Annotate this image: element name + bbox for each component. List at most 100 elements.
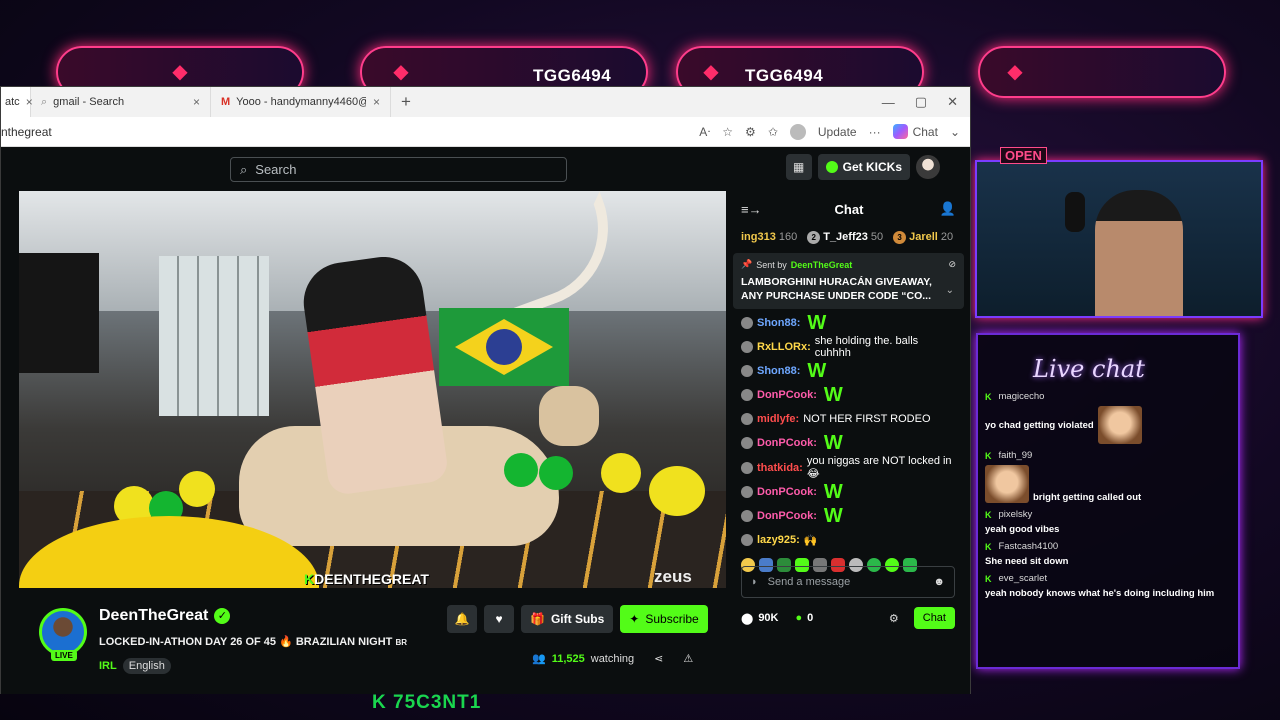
share-icon[interactable]: ⋖ xyxy=(654,652,663,665)
live-chat-text: yeah nobody knows what he's doing includ… xyxy=(985,588,1215,599)
stream-info: LIVE DeenTheGreat ✓ LOCKED-IN-ATHON DAY 2… xyxy=(1,588,726,694)
chat-users-icon[interactable]: 👤 xyxy=(940,201,956,217)
maximize-button[interactable]: ▢ xyxy=(915,94,927,110)
chat-settings-icon[interactable]: ⚙ xyxy=(889,612,899,625)
update-button[interactable]: Update xyxy=(818,125,857,139)
favorite-star-icon[interactable]: ☆ xyxy=(722,125,733,139)
tab-gmail-search[interactable]: ⌕ gmail - Search × xyxy=(31,87,211,117)
chat-username[interactable]: DonPCook: xyxy=(757,486,817,498)
viewers-icon: 👥 xyxy=(532,653,546,665)
chat-username[interactable]: midlyfe: xyxy=(757,413,799,425)
tab-title: Yooo - handymanny4460@gmail.c xyxy=(236,96,366,108)
subscribe-button[interactable]: ✦ Subscribe xyxy=(620,605,708,633)
w-emote: W xyxy=(807,360,827,382)
pinned-message[interactable]: 📌 Sent by DeenTheGreat ⊘ LAMBORGHINI HUR… xyxy=(733,253,964,309)
streamer-avatar[interactable] xyxy=(39,608,87,656)
user-badge-icon xyxy=(741,389,753,401)
heart-icon: ♥ xyxy=(495,612,503,626)
chat-text: you niggas are NOT locked in 😂 xyxy=(806,455,952,480)
video-player[interactable]: KDEENTHEGREAT zeus xyxy=(19,191,726,588)
leaderboard-item[interactable]: 2 T_Jeff23 50 xyxy=(807,230,883,244)
copilot-chat-label: Chat xyxy=(912,124,938,139)
stream-actions: 🔔 ♥ 🎁 Gift Subs ✦ Subscribe xyxy=(447,605,708,633)
send-chat-button[interactable]: Chat xyxy=(913,607,955,629)
chat-username[interactable]: DonPCook: xyxy=(757,389,817,401)
close-tab-icon[interactable]: × xyxy=(373,95,380,109)
live-chat-user: faith_99 xyxy=(998,450,1033,461)
top-right-actions: ▦ Get KICKs xyxy=(785,154,940,180)
browse-icon[interactable]: ▦ xyxy=(785,154,812,180)
report-icon[interactable]: ⚠ xyxy=(683,652,693,665)
live-chat-text: yo chad getting violated xyxy=(985,419,1094,431)
live-chat-user: eve_scarlet xyxy=(998,573,1048,584)
copilot-chat-button[interactable]: Chat xyxy=(892,124,938,139)
chat-username[interactable]: thatkida: xyxy=(757,462,803,474)
gem-icon: ◆ xyxy=(703,61,719,83)
chat-message: DonPCook: W xyxy=(741,431,957,455)
notification-bell-button[interactable]: 🔔 xyxy=(447,605,477,633)
search-input[interactable]: ⌕ Search xyxy=(230,157,567,182)
live-chat-user: magicecho xyxy=(998,391,1045,402)
w-emote: W xyxy=(823,505,843,527)
kick-page: ⌕ Search ▦ Get KICKs KDEENTHEGREAT zeus … xyxy=(1,147,970,694)
chat-username[interactable]: Shon88: xyxy=(757,317,800,329)
overlay-banner-text: TGG6494 xyxy=(533,66,612,85)
language-tag[interactable]: English xyxy=(122,658,171,674)
kick-icon: K xyxy=(985,541,992,552)
w-emote: W xyxy=(823,481,843,503)
streamer-name[interactable]: DeenTheGreat ✓ xyxy=(99,607,231,625)
read-aloud-icon[interactable]: Aᐧ xyxy=(699,125,710,139)
live-chat-title: Live chat xyxy=(1033,355,1145,383)
unpin-icon[interactable]: ⊘ xyxy=(948,259,956,270)
get-kicks-button[interactable]: Get KICKs xyxy=(817,154,910,180)
chat-text: NOT HER FIRST RODEO xyxy=(803,413,931,425)
tab-kick[interactable]: atc × xyxy=(1,87,33,117)
chat-username[interactable]: DonPCook: xyxy=(757,437,817,449)
profile-avatar[interactable] xyxy=(789,123,806,140)
chevron-down-icon[interactable]: ⌄ xyxy=(946,285,954,296)
follow-heart-button[interactable]: ♥ xyxy=(484,605,514,633)
close-tab-icon[interactable]: × xyxy=(193,95,200,109)
points-icon: ● xyxy=(795,612,803,624)
kick-icon: K xyxy=(985,391,992,402)
leaderboard-item[interactable]: 3 Jarell 20 xyxy=(893,230,953,244)
webcam-open-sign: OPEN xyxy=(1000,147,1047,164)
points-count[interactable]: 0 xyxy=(807,612,813,624)
user-avatar[interactable] xyxy=(916,155,940,179)
kicks-coin-icon xyxy=(825,161,838,173)
gift-leaderboard: ing313 160 2 T_Jeff23 50 3 Jarell 20 xyxy=(728,227,970,247)
favorites-icon[interactable]: ✩ xyxy=(768,125,778,139)
collapse-chat-icon[interactable]: ≡→ xyxy=(741,202,762,217)
leaderboard-item[interactable]: ing313 160 xyxy=(741,231,797,243)
live-chat-item: K Fastcash4100 She need sit down xyxy=(985,541,1235,567)
streamer-watermark: KDEENTHEGREAT xyxy=(304,571,429,587)
more-icon[interactable]: ··· xyxy=(869,125,881,139)
balloon-image xyxy=(649,466,705,516)
overlay-banner-4: ◆ xyxy=(978,46,1226,98)
send-message-input[interactable]: ◗ Send a message ☻ xyxy=(741,566,955,598)
kicks-count[interactable]: 90K xyxy=(758,612,778,624)
chat-username[interactable]: RxLLORx: xyxy=(757,341,811,353)
new-tab-button[interactable]: + xyxy=(391,87,421,117)
chat-header: ≡→ Chat 👤 xyxy=(728,191,970,227)
face-emote-icon xyxy=(985,465,1029,503)
tab-gmail-inbox[interactable]: M Yooo - handymanny4460@gmail.c × xyxy=(211,87,391,117)
kick-top-bar: ⌕ Search ▦ Get KICKs xyxy=(1,147,970,191)
user-badge-icon xyxy=(741,317,753,329)
chat-username[interactable]: Shon88: xyxy=(757,365,800,377)
chat-panel: ≡→ Chat 👤 ing313 160 2 T_Jeff23 50 3 Jarell 2… xyxy=(728,191,970,694)
extensions-icon[interactable]: ⚙ xyxy=(745,125,756,139)
user-badge-icon xyxy=(741,341,753,353)
gift-subs-button[interactable]: 🎁 Gift Subs xyxy=(521,605,614,633)
chat-username[interactable]: DonPCook: xyxy=(757,510,817,522)
chevron-down-icon[interactable]: ⌄ xyxy=(950,125,960,139)
category-link[interactable]: IRL xyxy=(99,660,117,672)
minimize-button[interactable]: — xyxy=(882,95,895,110)
chat-text: 🙌 xyxy=(803,534,818,547)
url-field[interactable]: nthegreat xyxy=(1,125,699,139)
chat-username[interactable]: lazy925: xyxy=(757,534,800,546)
live-chat-item: Keve_scarlet yeah nobody knows what he's… xyxy=(985,573,1235,599)
tab-title: atc xyxy=(5,96,20,108)
close-window-button[interactable]: ✕ xyxy=(947,94,958,110)
emoji-picker-icon[interactable]: ☻ xyxy=(933,576,945,588)
